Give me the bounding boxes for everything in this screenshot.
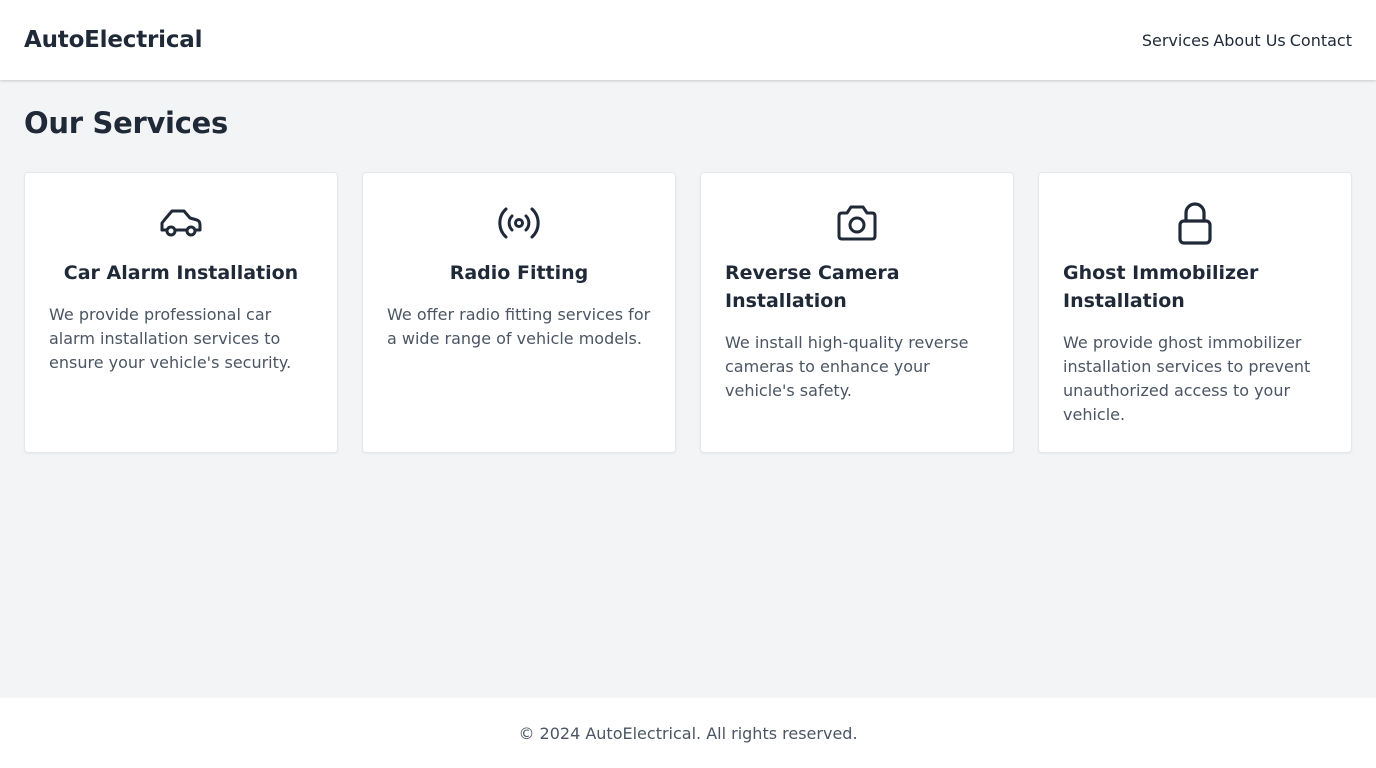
brand-logo[interactable]: AutoElectrical	[24, 27, 202, 53]
camera-icon	[833, 199, 881, 245]
site-footer: © 2024 AutoElectrical. All rights reserv…	[0, 698, 1376, 768]
service-card-radio-fitting: Radio Fitting We offer radio fitting ser…	[362, 172, 676, 453]
car-icon	[157, 199, 205, 245]
site-header: AutoElectrical Services About Us Contact	[0, 0, 1376, 80]
service-title: Reverse Camera Installation	[725, 262, 900, 312]
service-title: Car Alarm Installation	[63, 262, 299, 284]
service-description: We provide ghost immobilizer installatio…	[1063, 333, 1311, 424]
service-card-car-alarm: Car Alarm Installation We provide profes…	[24, 172, 338, 453]
services-grid: Car Alarm Installation We provide profes…	[24, 172, 1352, 453]
service-description: We provide professional car alarm instal…	[49, 305, 292, 372]
main-content: Our Services Car Alarm Installation We p…	[24, 80, 1352, 453]
nav-link-services[interactable]: Services	[1142, 31, 1209, 50]
service-description: We offer radio fitting services for a wi…	[387, 305, 651, 348]
page-title: Our Services	[24, 106, 228, 140]
service-description: We install high-quality reverse cameras …	[725, 333, 969, 400]
service-card-ghost-immobilizer: Ghost Immobilizer Installation We provid…	[1038, 172, 1352, 453]
nav-link-about-us[interactable]: About Us	[1213, 31, 1285, 50]
radio-signal-icon	[495, 199, 543, 245]
service-card-reverse-camera: Reverse Camera Installation We install h…	[700, 172, 1014, 453]
service-title: Ghost Immobilizer Installation	[1063, 262, 1259, 312]
nav-link-contact[interactable]: Contact	[1290, 31, 1352, 50]
copyright-text: © 2024 AutoElectrical. All rights reserv…	[518, 723, 858, 743]
lock-icon	[1171, 199, 1219, 245]
main-nav: Services About Us Contact	[1142, 31, 1352, 50]
service-title: Radio Fitting	[449, 262, 589, 284]
